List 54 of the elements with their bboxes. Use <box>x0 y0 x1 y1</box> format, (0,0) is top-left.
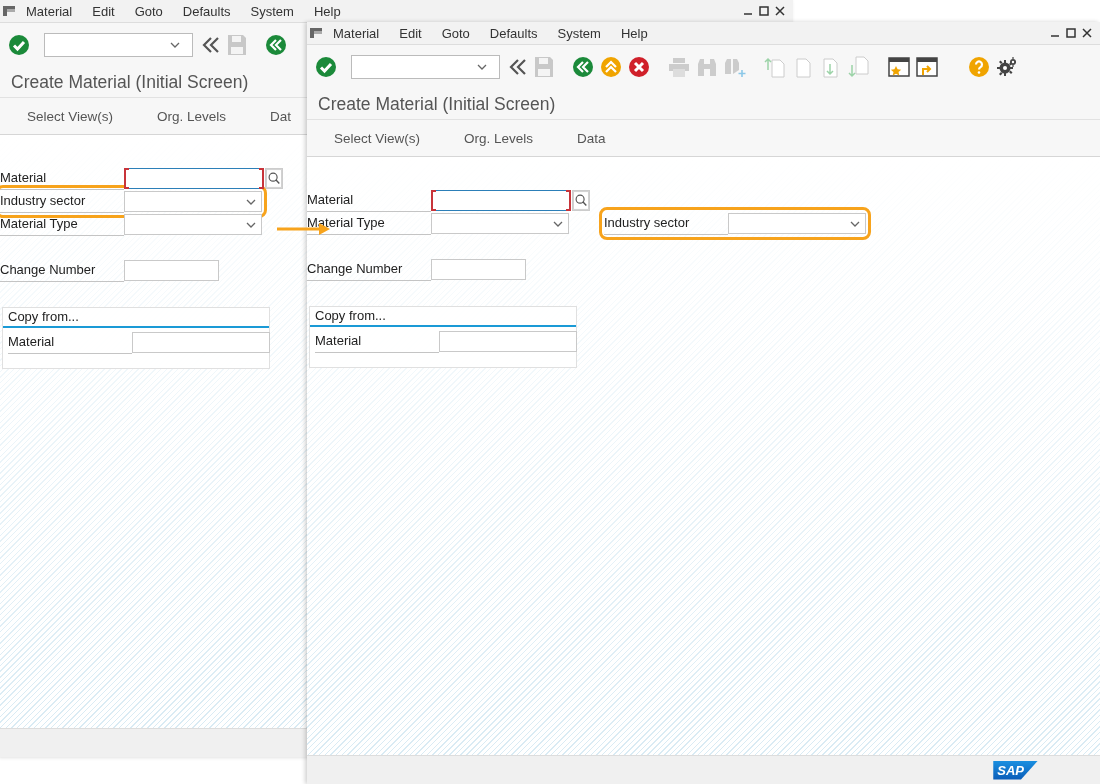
toolbar-button[interactable]: Org. Levels <box>157 101 227 131</box>
maximize-icon[interactable] <box>759 6 769 16</box>
toolbar-button[interactable]: Select View(s) <box>334 123 421 153</box>
back-icon[interactable] <box>572 56 594 78</box>
chevron-down-icon <box>170 42 180 48</box>
input-field[interactable] <box>124 168 264 189</box>
check-icon[interactable] <box>315 56 337 78</box>
input-field[interactable] <box>431 190 571 211</box>
menu-item[interactable]: Goto <box>441 25 470 41</box>
back-icon[interactable] <box>265 34 287 56</box>
toolbar-button[interactable]: Select View(s) <box>27 101 114 131</box>
toolbar-button[interactable]: Dat <box>270 101 292 131</box>
command-field[interactable] <box>44 33 193 57</box>
check-icon[interactable] <box>8 34 30 56</box>
close-icon[interactable] <box>775 6 785 16</box>
menu-item[interactable]: Help <box>620 25 648 41</box>
menu-item[interactable]: Material <box>26 3 73 19</box>
menu-icon[interactable] <box>2 5 16 17</box>
double-chevron-left-icon[interactable] <box>508 57 528 77</box>
chevron-down-icon <box>553 220 563 227</box>
menu-item[interactable]: Edit <box>399 25 422 41</box>
menu-item[interactable]: System <box>250 3 294 19</box>
search-icon[interactable] <box>572 190 590 211</box>
menu-item[interactable]: Help <box>313 3 341 19</box>
toolbar-button[interactable]: Org. Levels <box>464 123 534 153</box>
chevron-down-icon <box>477 64 487 70</box>
double-chevron-left-icon[interactable] <box>201 35 221 55</box>
search-icon[interactable] <box>265 168 283 189</box>
settings-icon[interactable] <box>996 56 1018 78</box>
menu-item[interactable]: Defaults <box>489 25 538 41</box>
screen-title: Create Material (Initial Screen) <box>11 71 249 93</box>
menu-item[interactable]: Goto <box>134 3 163 19</box>
input-field[interactable] <box>431 259 526 280</box>
chevron-down-icon <box>246 221 256 228</box>
menu-icon[interactable] <box>309 27 323 39</box>
input-field[interactable] <box>439 331 577 352</box>
input-field[interactable] <box>132 332 270 353</box>
shortcut-window-icon[interactable] <box>916 56 938 78</box>
chevron-down-icon <box>246 198 256 205</box>
close-icon[interactable] <box>1082 28 1092 38</box>
menu-item[interactable]: Material <box>333 25 380 41</box>
logo: SAP <box>993 760 1038 780</box>
menu-item[interactable]: Edit <box>92 3 115 19</box>
menu-item[interactable]: System <box>557 25 601 41</box>
chevron-down-icon <box>850 220 860 227</box>
maximize-icon[interactable] <box>1066 28 1076 38</box>
cancel-icon[interactable] <box>628 56 650 78</box>
input-field[interactable] <box>124 260 219 281</box>
group-title: Copy from... <box>310 307 576 327</box>
group-title: Copy from... <box>3 308 269 328</box>
menu-item[interactable]: Defaults <box>182 3 231 19</box>
screen-title: Create Material (Initial Screen) <box>318 93 556 115</box>
command-field[interactable] <box>351 55 500 79</box>
toolbar-button[interactable]: Data <box>577 123 606 153</box>
